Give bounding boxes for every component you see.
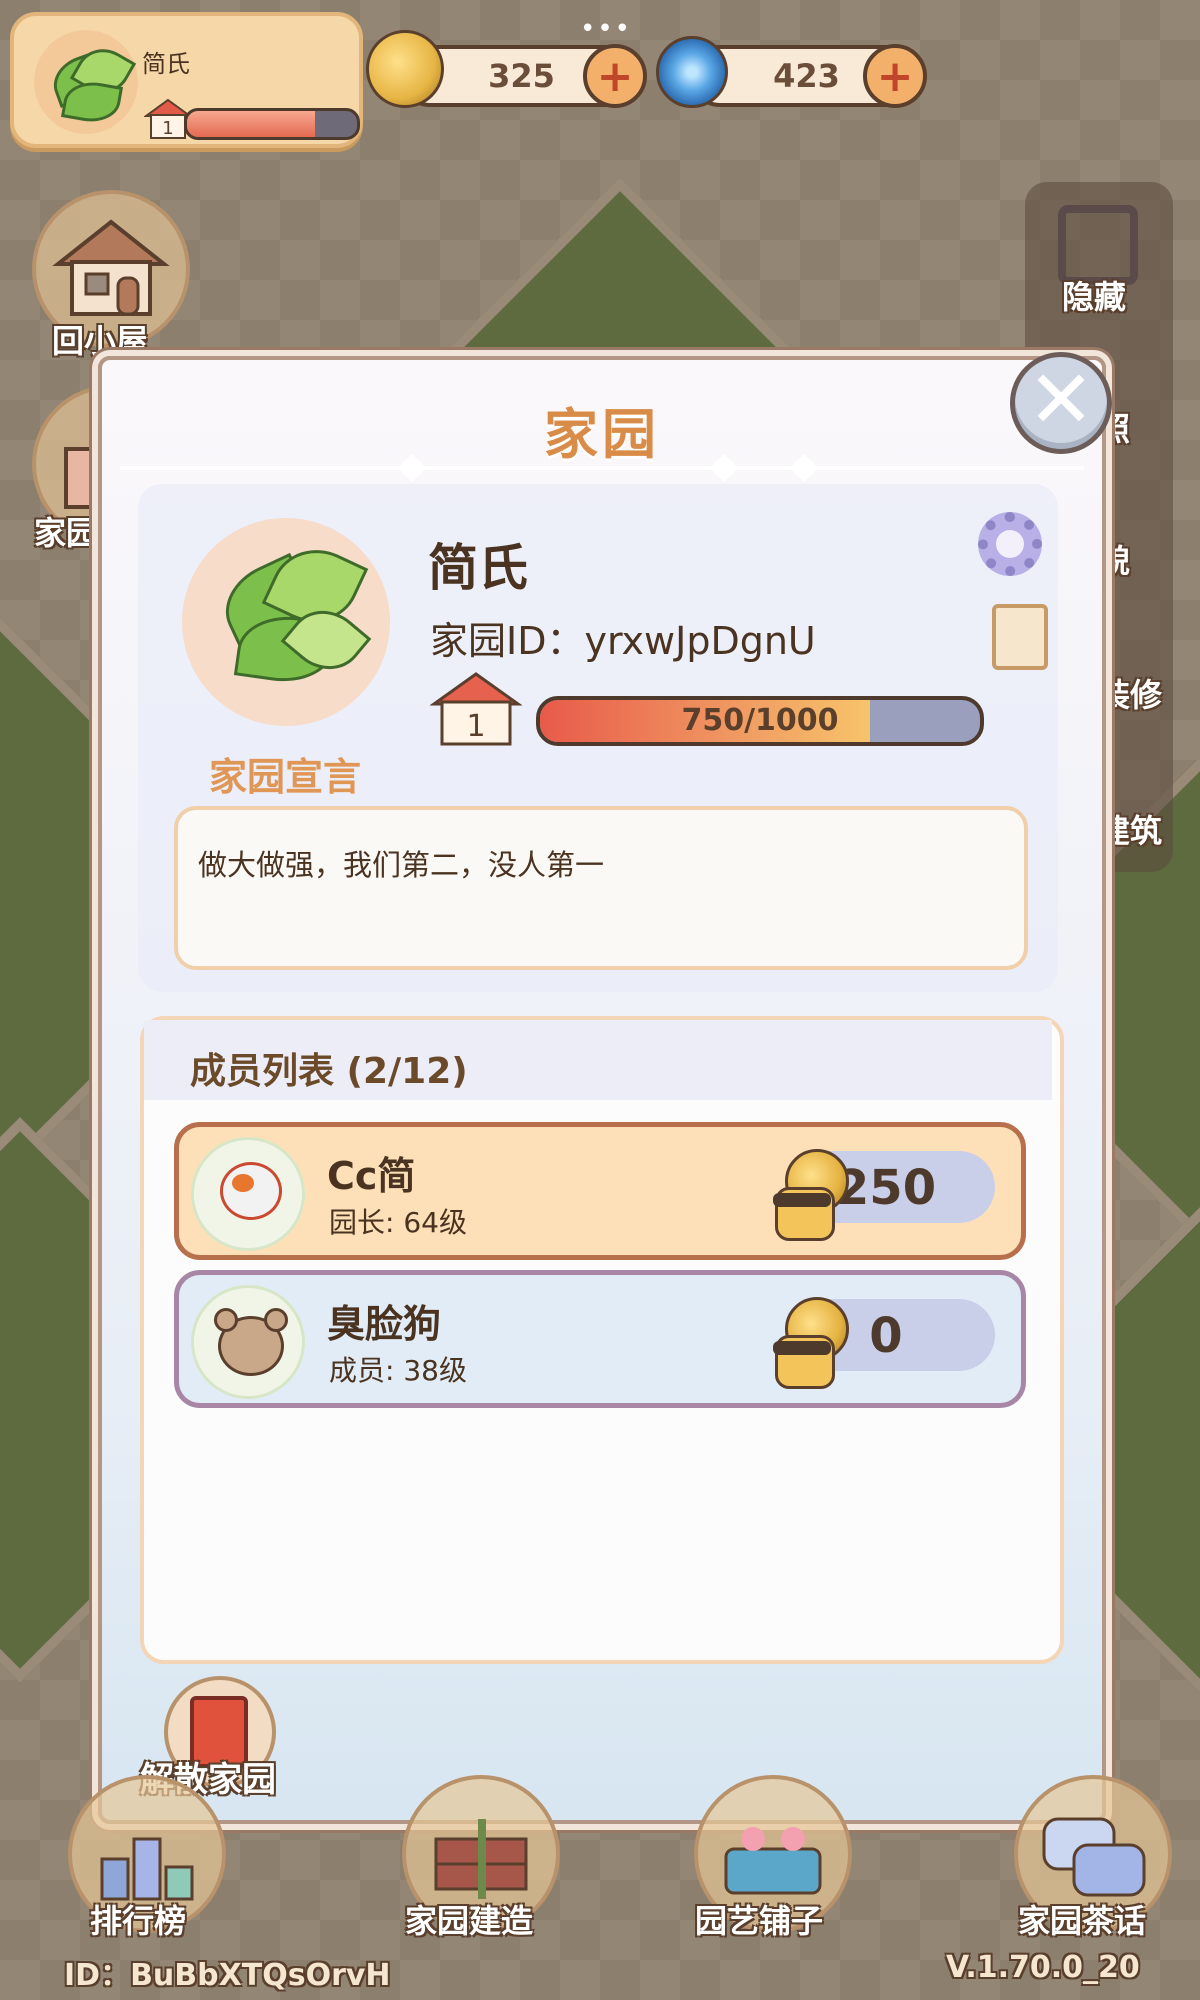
home-build-label[interactable]: 家园建造 (405, 1896, 533, 1942)
member-avatar (191, 1285, 305, 1399)
snail-coin-icon (366, 30, 444, 108)
home-id-value: yrxwJpDgnU (584, 619, 816, 663)
ranking-label[interactable]: 排行榜 (90, 1896, 186, 1942)
building-label[interactable]: 建筑 (1098, 806, 1162, 852)
member-role: 成员: 38级 (329, 1354, 467, 1387)
copy-icon[interactable] (992, 604, 1048, 670)
home-id: 家园ID：yrxwJpDgnU (430, 610, 816, 665)
add-snail-coin-button[interactable]: + (583, 44, 647, 108)
home-exp-bar: 750/1000 (536, 696, 984, 746)
snail-coin-icon (771, 1141, 849, 1241)
member-avatar (191, 1137, 305, 1251)
profile-level-bar (184, 108, 360, 140)
add-spiral-gem-button[interactable]: + (863, 44, 927, 108)
member-row[interactable]: 臭脸狗 成员: 38级 0 (174, 1270, 1026, 1408)
home-chat-label[interactable]: 家园茶话 (1018, 1896, 1146, 1942)
home-gift-label: 家园 (34, 514, 99, 552)
menu-dots-icon[interactable]: ••• (580, 14, 632, 44)
home-name: 简氏 (428, 539, 528, 597)
gardening-shop-label[interactable]: 园艺铺子 (695, 1896, 823, 1942)
close-button[interactable]: ✕ (1010, 352, 1112, 454)
member-role: 园长: 64级 (329, 1206, 467, 1239)
spiral-gem-value: 423 (773, 57, 840, 95)
dialog-title: 家园 (544, 403, 660, 466)
member-row[interactable]: Cc简 园长: 64级 250 (174, 1122, 1026, 1260)
player-id: ID：BuBbXTQsOrvH (64, 1958, 391, 1993)
hide-label[interactable]: 隐藏 (1062, 272, 1126, 318)
profile-card[interactable]: 简氏 1 (10, 12, 363, 148)
declaration-box[interactable] (174, 806, 1028, 970)
home-avatar (34, 30, 138, 134)
decorate-label[interactable]: 装修 (1098, 670, 1162, 716)
member-name: Cc简 (327, 1154, 416, 1198)
profile-name: 简氏 (142, 50, 190, 78)
member-name: 臭脸狗 (327, 1302, 442, 1346)
declaration-label: 家园宣言 (208, 755, 361, 799)
home-exp-text: 750/1000 (681, 703, 839, 738)
spiral-gem-icon (656, 36, 728, 108)
gear-center (996, 530, 1024, 558)
home-avatar-large[interactable] (182, 518, 390, 726)
home-id-label: 家园ID： (430, 619, 585, 663)
svg-text:1: 1 (466, 709, 485, 744)
version-text: V.1.70.0_20 (946, 1950, 1140, 1985)
title-divider (120, 466, 1084, 470)
home-level-icon: 1 (430, 672, 522, 746)
snail-coin-value: 325 (488, 57, 555, 95)
member-list-title: 成员列表 (2/12) (190, 1051, 468, 1092)
svg-text:1: 1 (162, 118, 173, 139)
declaration-text: 做大做强，我们第二，没人第一 (198, 848, 605, 882)
snail-coin-icon (771, 1289, 849, 1389)
